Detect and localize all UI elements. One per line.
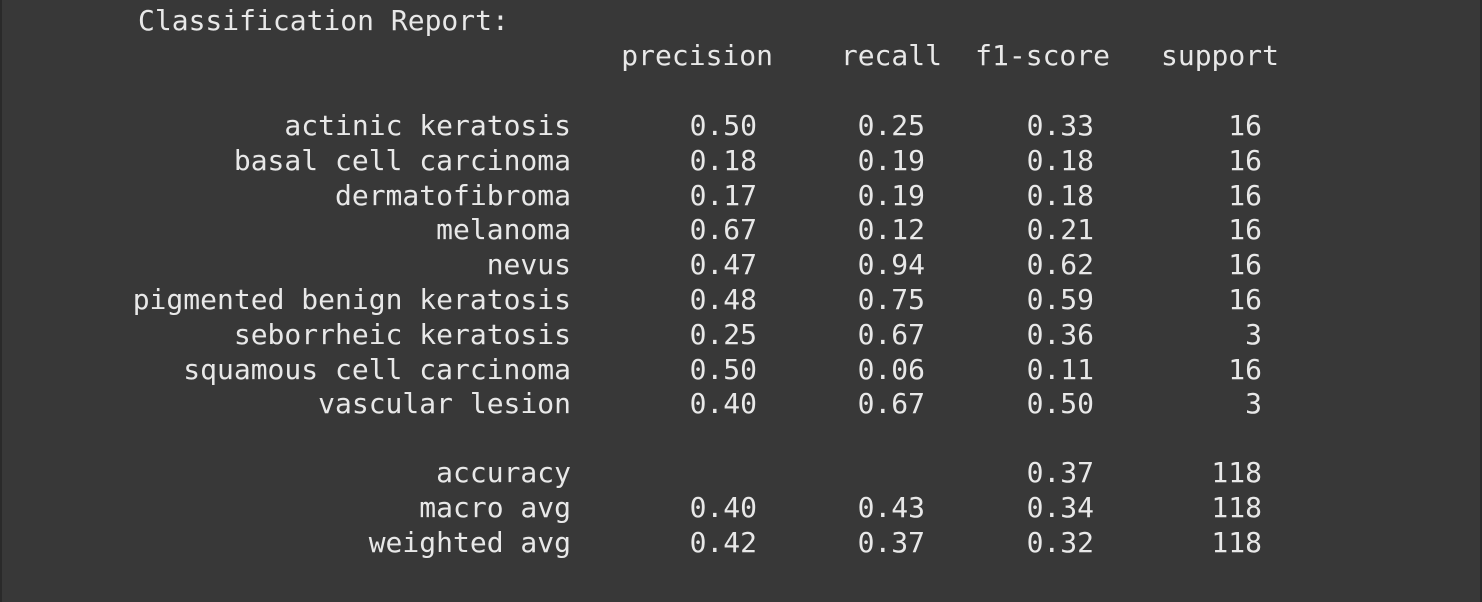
row-label: actinic keratosis [284,109,571,142]
cell-support: 118 [1211,490,1262,524]
row-label: seborrheic keratosis [233,317,571,351]
cell-support: 16 [1228,283,1262,316]
row-label: accuracy [436,456,571,489]
cell-recall: 0.25 [857,109,925,142]
cell-support: 3 [1245,317,1262,351]
cell-recall: 0.67 [857,317,925,351]
cell-support: 16 [1228,178,1262,212]
row-label: melanoma [436,213,571,247]
cell-precision: 0.47 [689,248,757,282]
cell-precision: 0.18 [689,143,757,177]
cell-f1-score: 0.18 [1026,178,1094,212]
cell-recall: 0.94 [857,248,925,282]
cell-support: 16 [1228,352,1262,386]
cell-f1-score: 0.11 [1026,352,1094,386]
cell-precision: 0.42 [689,525,757,559]
cell-precision: 0.17 [689,178,757,212]
cell-recall: 0.43 [857,490,925,524]
row-label: pigmented benign keratosis [132,283,571,316]
cell-f1-score: 0.33 [1026,109,1094,142]
cell-precision: 0.25 [689,317,757,351]
cell-precision: 0.48 [689,283,757,316]
cell-recall: 0.19 [857,178,925,212]
cell-recall: 0.67 [857,387,925,421]
cell-support: 16 [1228,248,1262,282]
cell-precision: 0.40 [689,387,757,421]
cell-f1-score: 0.59 [1026,283,1094,316]
cell-support: 118 [1211,456,1262,489]
cell-support: 118 [1211,525,1262,559]
header-recall: recall [840,39,942,72]
cell-recall: 0.75 [857,283,925,316]
row-label: vascular lesion [318,387,571,421]
cell-precision: 0.40 [689,490,757,524]
cell-recall: 0.19 [857,143,925,177]
cell-precision: 0.50 [689,109,757,142]
header-precision: precision [621,39,773,72]
report-title: Classification Report: [138,4,509,37]
header-support: support [1160,39,1279,72]
cell-support: 16 [1228,109,1262,142]
terminal-output: Classification Report: precision recall … [0,0,1482,602]
row-label: basal cell carcinoma [233,143,571,177]
cell-f1-score: 0.50 [1026,387,1094,421]
cell-support: 16 [1228,213,1262,247]
cell-support: 16 [1228,143,1262,177]
cell-f1-score: 0.34 [1026,490,1094,524]
cell-recall: 0.12 [857,213,925,247]
row-label: nevus [486,248,571,282]
cell-f1-score: 0.32 [1026,525,1094,559]
row-label: dermatofibroma [334,178,571,212]
cell-support: 3 [1245,387,1262,421]
cell-f1-score: 0.37 [1026,456,1094,489]
cell-f1-score: 0.36 [1026,317,1094,351]
cell-f1-score: 0.21 [1026,213,1094,247]
row-label: squamous cell carcinoma [183,352,571,386]
cell-f1-score: 0.18 [1026,143,1094,177]
row-label: weighted avg [368,525,571,559]
row-label: macro avg [419,490,571,524]
cell-recall: 0.37 [857,525,925,559]
cell-f1-score: 0.62 [1026,248,1094,282]
cell-precision: 0.67 [689,213,757,247]
cell-recall: 0.06 [857,352,925,386]
cell-precision: 0.50 [689,352,757,386]
header-f1-score: f1-score [975,39,1110,72]
